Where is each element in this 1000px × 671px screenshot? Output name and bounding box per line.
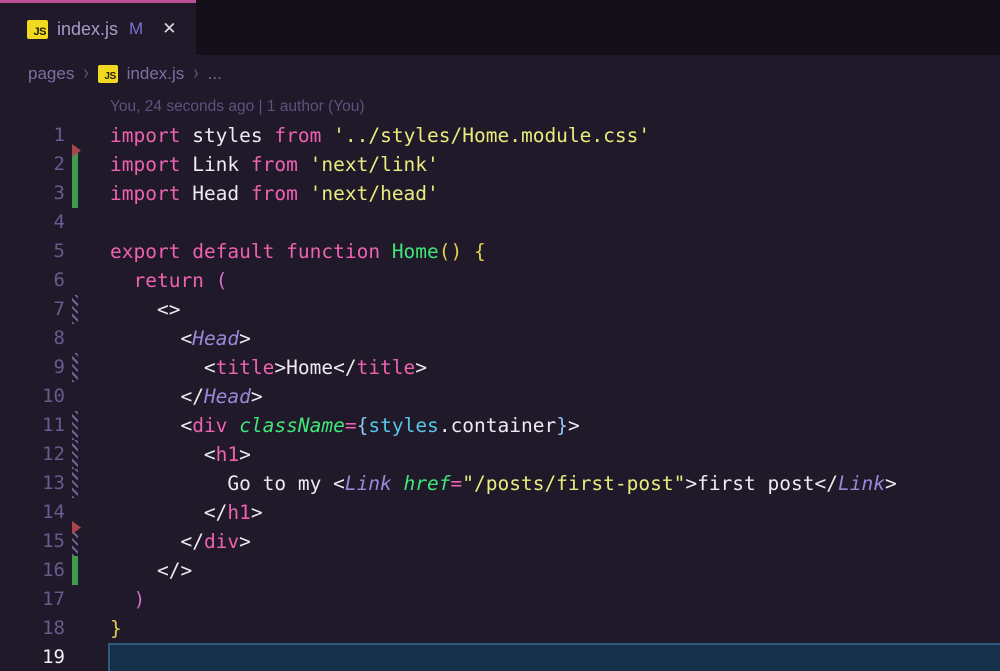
git-gutter-modified-decoration[interactable] <box>65 411 110 440</box>
line-number[interactable]: 2 <box>0 150 65 179</box>
code-content[interactable]: </> <box>110 556 1000 585</box>
code-line[interactable]: 12 <h1> <box>0 440 1000 469</box>
git-gutter-modified-decoration[interactable] <box>65 527 110 556</box>
code-content current-line[interactable] <box>108 643 1000 671</box>
git-gutter <box>65 585 110 614</box>
git-gutter-modified-decoration[interactable] <box>65 440 110 469</box>
line-number[interactable]: 15 <box>0 527 65 556</box>
tab-bar: JS index.js M ✕ <box>0 0 1000 55</box>
code-line[interactable]: 15 </div> <box>0 527 1000 556</box>
close-icon[interactable]: ✕ <box>162 19 176 39</box>
code-content[interactable]: <h1> <box>110 440 1000 469</box>
code-content[interactable] <box>110 208 1000 237</box>
code-line[interactable]: 2 import Link from 'next/link' <box>0 150 1000 179</box>
line-number[interactable]: 7 <box>0 295 65 324</box>
git-gutter <box>65 208 110 237</box>
git-blame-annotation: You, 24 seconds ago | 1 author (You) <box>0 92 1000 121</box>
git-gutter <box>65 614 110 643</box>
git-gutter <box>65 266 110 295</box>
code-content[interactable]: import Head from 'next/head' <box>110 179 1000 208</box>
code-line[interactable]: 7 <> <box>0 295 1000 324</box>
line-number[interactable]: 10 <box>0 382 65 411</box>
code-line[interactable]: 18} <box>0 614 1000 643</box>
code-line[interactable]: 3 import Head from 'next/head' <box>0 179 1000 208</box>
code-line[interactable]: 10 </Head> <box>0 382 1000 411</box>
editor-pane[interactable]: You, 24 seconds ago | 1 author (You) 1 im… <box>0 92 1000 671</box>
git-gutter <box>65 121 110 150</box>
line-number[interactable]: 11 <box>0 411 65 440</box>
code-content[interactable]: </h1> <box>110 498 1000 527</box>
tab-title: index.js <box>57 19 118 40</box>
chevron-right-icon: › <box>193 62 198 85</box>
code-line[interactable]: 14 </h1> <box>0 498 1000 527</box>
javascript-file-icon: JS <box>27 20 48 39</box>
line-number[interactable]: 13 <box>0 469 65 498</box>
git-gutter-added-decoration[interactable] <box>65 556 110 585</box>
line-number[interactable]: 1 <box>0 121 65 150</box>
code-area: 1 import styles from '../styles/Home.modu… <box>0 121 1000 671</box>
code-content[interactable]: } <box>110 614 1000 643</box>
line-number[interactable]: 3 <box>0 179 65 208</box>
tab-index-js[interactable]: JS index.js M ✕ <box>0 0 196 55</box>
code-line[interactable]: 17 ) <box>0 585 1000 614</box>
git-gutter <box>65 382 110 411</box>
code-line[interactable]: 9 <title>Home</title> <box>0 353 1000 382</box>
git-gutter-added-decoration[interactable] <box>65 150 110 179</box>
code-line[interactable]: 1 import styles from '../styles/Home.modu… <box>0 121 1000 150</box>
code-content[interactable]: export default function Home() { <box>110 237 1000 266</box>
code-content[interactable]: <> <box>110 295 1000 324</box>
code-content[interactable]: <title>Home</title> <box>110 353 1000 382</box>
code-content[interactable]: ) <box>110 585 1000 614</box>
code-content[interactable]: return ( <box>110 266 1000 295</box>
modified-indicator: M <box>129 19 143 39</box>
line-number[interactable]: 6 <box>0 266 65 295</box>
code-line[interactable]: 4 <box>0 208 1000 237</box>
git-gutter-added-decoration[interactable] <box>65 179 110 208</box>
git-gutter <box>65 498 110 527</box>
line-number[interactable]: 17 <box>0 585 65 614</box>
javascript-file-icon: JS <box>98 65 118 83</box>
chevron-right-icon: › <box>83 62 88 85</box>
breadcrumb-item-file[interactable]: index.js <box>127 64 185 84</box>
breadcrumb-symbol-ellipsis[interactable]: ... <box>208 64 222 84</box>
code-line[interactable]: 8 <Head> <box>0 324 1000 353</box>
code-editor-window: JS index.js M ✕ pages › JS index.js › ..… <box>0 0 1000 671</box>
code-content[interactable]: </Head> <box>110 382 1000 411</box>
line-number[interactable]: 14 <box>0 498 65 527</box>
line-number[interactable]: 5 <box>0 237 65 266</box>
code-line[interactable]: 16 </> <box>0 556 1000 585</box>
git-gutter <box>65 324 110 353</box>
line-number[interactable]: 8 <box>0 324 65 353</box>
line-number[interactable]: 19 <box>0 643 65 671</box>
breadcrumb-item-pages[interactable]: pages <box>28 64 74 84</box>
code-content[interactable]: import styles from '../styles/Home.modul… <box>110 121 1000 150</box>
git-gutter <box>65 237 110 266</box>
code-line[interactable]: 11 <div className={styles.container}> <box>0 411 1000 440</box>
code-content[interactable]: </div> <box>110 527 1000 556</box>
code-line[interactable]: 19 <box>0 643 1000 671</box>
git-gutter <box>65 643 110 671</box>
breadcrumb: pages › JS index.js › ... <box>0 55 1000 92</box>
line-number[interactable]: 4 <box>0 208 65 237</box>
code-line[interactable]: 6 return ( <box>0 266 1000 295</box>
git-gutter-modified-decoration[interactable] <box>65 295 110 324</box>
code-content[interactable]: <Head> <box>110 324 1000 353</box>
line-number[interactable]: 18 <box>0 614 65 643</box>
line-number[interactable]: 9 <box>0 353 65 382</box>
code-line[interactable]: 13 Go to my <Link href="/posts/first-pos… <box>0 469 1000 498</box>
line-number[interactable]: 16 <box>0 556 65 585</box>
line-number[interactable]: 12 <box>0 440 65 469</box>
code-content[interactable]: <div className={styles.container}> <box>110 411 1000 440</box>
code-line[interactable]: 5 export default function Home() { <box>0 237 1000 266</box>
code-content[interactable]: Go to my <Link href="/posts/first-post">… <box>110 469 1000 498</box>
git-gutter-modified-decoration[interactable] <box>65 353 110 382</box>
code-content[interactable]: import Link from 'next/link' <box>110 150 1000 179</box>
git-gutter-modified-decoration[interactable] <box>65 469 110 498</box>
